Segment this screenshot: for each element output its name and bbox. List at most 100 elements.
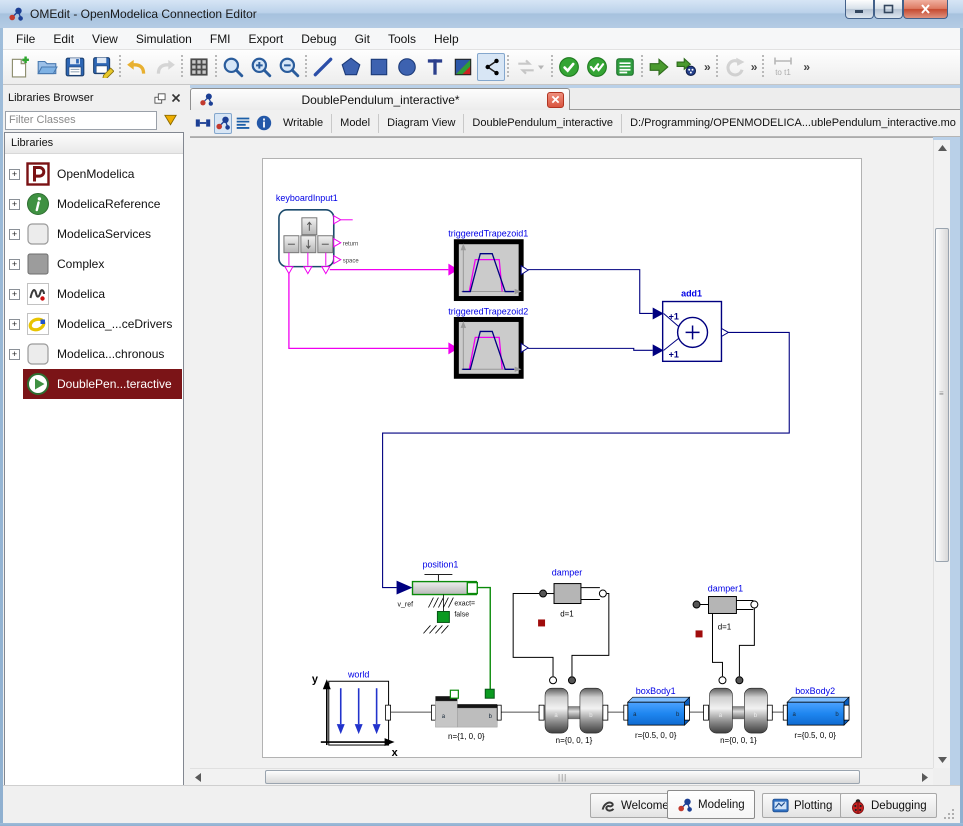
polygon-tool-button[interactable] (337, 53, 365, 81)
component-triggeredTrapezoid2[interactable]: triggeredTrapezoid2 (448, 306, 528, 376)
expand-icon[interactable]: + (9, 349, 20, 360)
text-view-button[interactable] (233, 113, 253, 134)
new-model-button[interactable] (5, 53, 33, 81)
library-item-doublependulum-interactive[interactable]: DoublePen...teractive (5, 369, 182, 399)
menu-edit[interactable]: Edit (44, 29, 83, 49)
component-damper1[interactable]: damper1 d=1 (693, 584, 758, 638)
scroll-up-button[interactable] (934, 140, 951, 156)
perspective-debugging[interactable]: Debugging (840, 793, 937, 818)
menu-view[interactable]: View (83, 29, 127, 49)
resize-grip[interactable] (943, 808, 955, 820)
library-item-modelicareference[interactable]: + ModelicaReference (5, 189, 182, 219)
check-all-models-button[interactable] (583, 53, 611, 81)
scroll-right-button[interactable] (917, 769, 933, 786)
component-boxBody1[interactable]: boxBody1 a b r={0.5, 0, 0} (624, 686, 690, 740)
writable-toggle[interactable]: Writable (275, 114, 332, 133)
horizontal-scroll-thumb[interactable]: ||| (265, 770, 860, 784)
reset-zoom-button[interactable] (219, 53, 247, 81)
component-boxBody2[interactable]: boxBody2 a b r={0.5, 0, 0} (783, 686, 849, 740)
expand-icon[interactable]: + (9, 199, 20, 210)
vertical-scroll-thumb[interactable]: ≡ (935, 228, 949, 562)
component-revolute1[interactable]: a b n={0, 0, 1} (539, 688, 608, 745)
menu-file[interactable]: File (7, 29, 44, 49)
transition-mode-button[interactable] (511, 53, 549, 81)
toolbar-overflow-button[interactable]: » (701, 60, 714, 74)
component-keyboardInput1[interactable]: keyboardInput1 (276, 193, 359, 274)
menu-simulation[interactable]: Simulation (127, 29, 201, 49)
simulate-interactive-button[interactable]: to t1 (766, 53, 800, 81)
menu-help[interactable]: Help (425, 29, 468, 49)
component-prismatic[interactable]: a b n={1, 0, 0} (431, 689, 501, 741)
toolbar-overflow-button[interactable]: » (800, 60, 813, 74)
dock-close-button[interactable] (168, 91, 184, 106)
check-model-button[interactable] (555, 53, 583, 81)
menu-fmi[interactable]: FMI (201, 29, 240, 49)
rectangle-tool-button[interactable] (365, 53, 393, 81)
diagram-view-button[interactable] (214, 113, 232, 134)
icon-view-button[interactable] (193, 113, 213, 134)
text-tool-button[interactable] (421, 53, 449, 81)
toolbar-overflow-button[interactable]: » (748, 60, 761, 74)
library-item-modelica-synchronous[interactable]: + Modelica...chronous (5, 339, 182, 369)
filter-classes-input[interactable] (5, 111, 157, 130)
open-model-button[interactable] (33, 53, 61, 81)
component-revolute2[interactable]: a b n={0, 0, 1} (704, 688, 773, 745)
menu-tools[interactable]: Tools (379, 29, 425, 49)
expand-icon[interactable]: + (9, 169, 20, 180)
scroll-left-button[interactable] (190, 769, 206, 786)
perspective-plotting[interactable]: Plotting (762, 793, 842, 818)
menu-export[interactable]: Export (240, 29, 293, 49)
restore-button[interactable] (874, 0, 903, 19)
simulate-with-debugger-button[interactable] (673, 53, 701, 81)
save-as-button[interactable] (89, 53, 117, 81)
connection-keyboard-to-trapezoid2[interactable] (289, 273, 458, 355)
component-world[interactable]: world (312, 669, 399, 757)
connection-damper-flange-b[interactable] (568, 594, 608, 684)
component-add1[interactable]: add1 +1 +1 (653, 289, 729, 362)
library-item-modelicaservices[interactable]: + ModelicaServices (5, 219, 182, 249)
perspective-welcome[interactable]: Welcome (590, 793, 679, 818)
component-triggeredTrapezoid1[interactable]: triggeredTrapezoid1 (448, 229, 528, 299)
connection-position1-to-prismatic[interactable] (477, 588, 490, 690)
library-item-modelica-devicedrivers[interactable]: + Modelica_...ceDrivers (5, 309, 182, 339)
menu-debug[interactable]: Debug (292, 29, 345, 49)
line-tool-button[interactable] (309, 53, 337, 81)
grid-button[interactable] (185, 53, 213, 81)
vertical-scrollbar[interactable]: ≡ (933, 140, 950, 768)
diagram-canvas-area[interactable]: keyboardInput1 (190, 137, 933, 768)
scroll-to-class-button[interactable] (160, 110, 180, 130)
library-item-complex[interactable]: + Complex (5, 249, 182, 279)
minimize-button[interactable] (845, 0, 874, 19)
component-damper[interactable]: damper d=1 (538, 568, 606, 627)
expand-icon[interactable]: + (9, 259, 20, 270)
instantiate-model-button[interactable] (611, 53, 639, 81)
zoom-out-button[interactable] (275, 53, 303, 81)
connection-keyboard-to-trapezoid1[interactable] (330, 264, 459, 276)
redo-button[interactable] (151, 53, 179, 81)
menu-git[interactable]: Git (346, 29, 379, 49)
documentation-view-button[interactable] (254, 113, 274, 134)
connection-damper-flange-a[interactable] (513, 594, 556, 684)
title-bar[interactable]: OMEdit - OpenModelica Connection Editor (0, 0, 963, 28)
simulate-button[interactable] (645, 53, 673, 81)
expand-icon[interactable]: + (9, 289, 20, 300)
diagram-page[interactable]: keyboardInput1 (262, 158, 862, 758)
connection-add1-to-position1[interactable] (383, 332, 790, 587)
perspective-modeling[interactable]: Modeling (667, 790, 755, 819)
zoom-in-button[interactable] (247, 53, 275, 81)
connect-mode-button[interactable] (477, 53, 505, 81)
save-button[interactable] (61, 53, 89, 81)
re-simulate-button[interactable] (720, 53, 748, 81)
expand-icon[interactable]: + (9, 319, 20, 330)
connection-trapezoid1-to-add1[interactable] (528, 270, 653, 314)
tab-close-button[interactable] (547, 92, 564, 108)
bitmap-tool-button[interactable] (449, 53, 477, 81)
scroll-down-button[interactable] (934, 752, 951, 768)
dock-float-button[interactable] (152, 91, 168, 106)
undo-button[interactable] (123, 53, 151, 81)
library-item-openmodelica[interactable]: + OpenModelica (5, 159, 182, 189)
horizontal-scrollbar[interactable]: ||| (190, 768, 933, 785)
tab-doublependulum-interactive[interactable]: DoublePendulum_interactive* (190, 88, 570, 110)
component-position1[interactable]: position1 v_ref exact= false (397, 560, 478, 634)
connection-damper1-flange-b[interactable] (736, 608, 754, 683)
